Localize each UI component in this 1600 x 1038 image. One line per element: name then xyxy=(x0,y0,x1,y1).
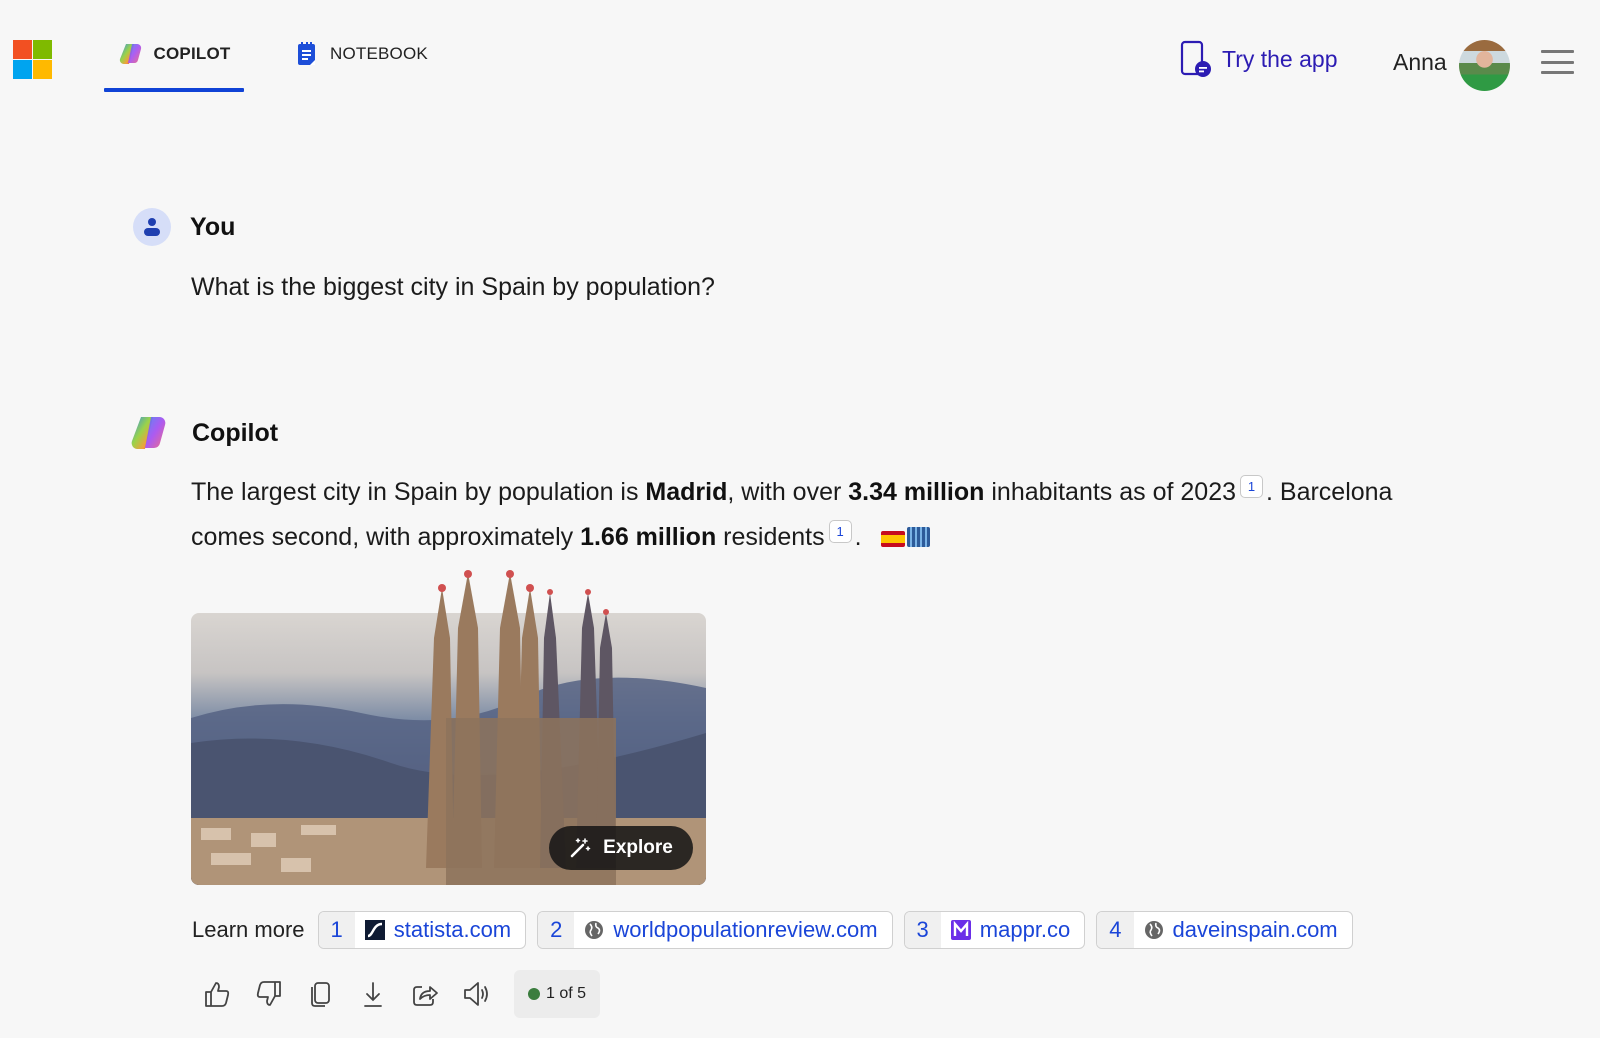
source-site: daveinspain.com xyxy=(1172,917,1338,942)
explore-label: Explore xyxy=(603,837,673,858)
answer-text: , with over xyxy=(727,478,849,506)
try-the-app-label: Try the app xyxy=(1222,45,1338,72)
copilot-logo-icon xyxy=(131,416,166,449)
share-button[interactable] xyxy=(408,977,442,1011)
export-button[interactable] xyxy=(356,977,390,1011)
source-number: 1 xyxy=(318,912,355,948)
user-avatar[interactable] xyxy=(1459,40,1510,91)
answer-text: inhabitants as of 2023 xyxy=(984,478,1236,506)
answer-bold-population: 3.34 million xyxy=(848,478,985,506)
download-icon xyxy=(364,982,382,1007)
user-name: Anna xyxy=(1393,49,1447,75)
copilot-logo-icon xyxy=(119,43,141,65)
explore-button[interactable]: Explore xyxy=(549,826,693,870)
learn-more-label: Learn more xyxy=(192,917,305,942)
mappr-icon xyxy=(950,920,971,940)
notebook-icon xyxy=(298,42,315,65)
source-link-worldpopulationreview[interactable]: 2 worldpopulationreview.com xyxy=(537,911,893,949)
status-dot-icon xyxy=(527,988,540,1000)
spain-flag-icon xyxy=(880,531,905,547)
response-actions-bar: 1 of 5 xyxy=(200,970,600,1018)
answer-text: residents xyxy=(716,523,825,551)
globe-icon xyxy=(1144,921,1163,939)
source-number: 4 xyxy=(1097,912,1134,948)
phone-chat-icon xyxy=(1180,40,1211,77)
tab-copilot-label: COPILOT xyxy=(153,44,231,63)
page-indicator-text: 1 of 5 xyxy=(545,985,587,1002)
source-site: worldpopulationreview.com xyxy=(613,917,878,942)
answer-bold-city: Madrid xyxy=(645,478,728,506)
answer-image-card[interactable]: Explore xyxy=(191,570,706,885)
microsoft-logo-icon[interactable] xyxy=(13,40,52,79)
copilot-message-header: Copilot xyxy=(131,415,278,451)
top-header: COPILOT NOTEBOOK Try the app Anna xyxy=(0,0,1600,96)
copy-button[interactable] xyxy=(304,977,338,1011)
answer-text: . xyxy=(854,523,869,551)
try-the-app-link[interactable]: Try the app xyxy=(1180,40,1337,78)
learn-more-bar: Learn more 1 statista.com 2 worldpopulat… xyxy=(192,911,1353,949)
tab-notebook-label: NOTEBOOK xyxy=(330,44,428,63)
thumbs-up-icon xyxy=(205,982,230,1007)
answer-bold-population: 1.66 million xyxy=(580,523,717,551)
read-aloud-button[interactable] xyxy=(460,977,494,1011)
cityscape-icon xyxy=(906,527,930,547)
globe-icon xyxy=(585,921,604,939)
tab-notebook[interactable]: NOTEBOOK xyxy=(294,42,428,92)
active-tab-indicator xyxy=(104,88,244,92)
copilot-label: Copilot xyxy=(192,418,279,447)
citation-badge[interactable]: 1 xyxy=(1240,475,1263,498)
source-site: mappr.co xyxy=(979,917,1071,942)
share-icon xyxy=(413,986,438,1006)
source-link-mappr[interactable]: 3 mappr.co xyxy=(903,911,1086,949)
statista-icon xyxy=(364,920,385,940)
like-button[interactable] xyxy=(200,977,234,1011)
citation-badge[interactable]: 1 xyxy=(828,520,852,543)
user-profile-icon xyxy=(133,208,171,246)
speaker-icon xyxy=(464,982,488,1006)
user-message-text: What is the biggest city in Spain by pop… xyxy=(191,273,715,301)
tab-copilot[interactable]: COPILOT xyxy=(104,43,244,92)
copilot-answer-text: The largest city in Spain by population … xyxy=(191,470,1451,560)
thumbs-down-icon xyxy=(256,981,281,1006)
user-message-header: You xyxy=(133,208,235,246)
source-number: 3 xyxy=(904,912,941,948)
response-page-indicator[interactable]: 1 of 5 xyxy=(514,970,600,1018)
source-number: 2 xyxy=(538,912,575,948)
user-label: You xyxy=(190,212,236,241)
dislike-button[interactable] xyxy=(252,977,286,1011)
copy-icon xyxy=(311,982,330,1007)
source-site: statista.com xyxy=(393,917,512,942)
magic-wand-icon xyxy=(570,838,591,858)
source-link-statista[interactable]: 1 statista.com xyxy=(317,911,527,949)
hamburger-menu-icon[interactable] xyxy=(1541,50,1574,74)
answer-text: The largest city in Spain by population … xyxy=(191,478,646,506)
source-link-daveinspain[interactable]: 4 daveinspain.com xyxy=(1096,911,1353,949)
